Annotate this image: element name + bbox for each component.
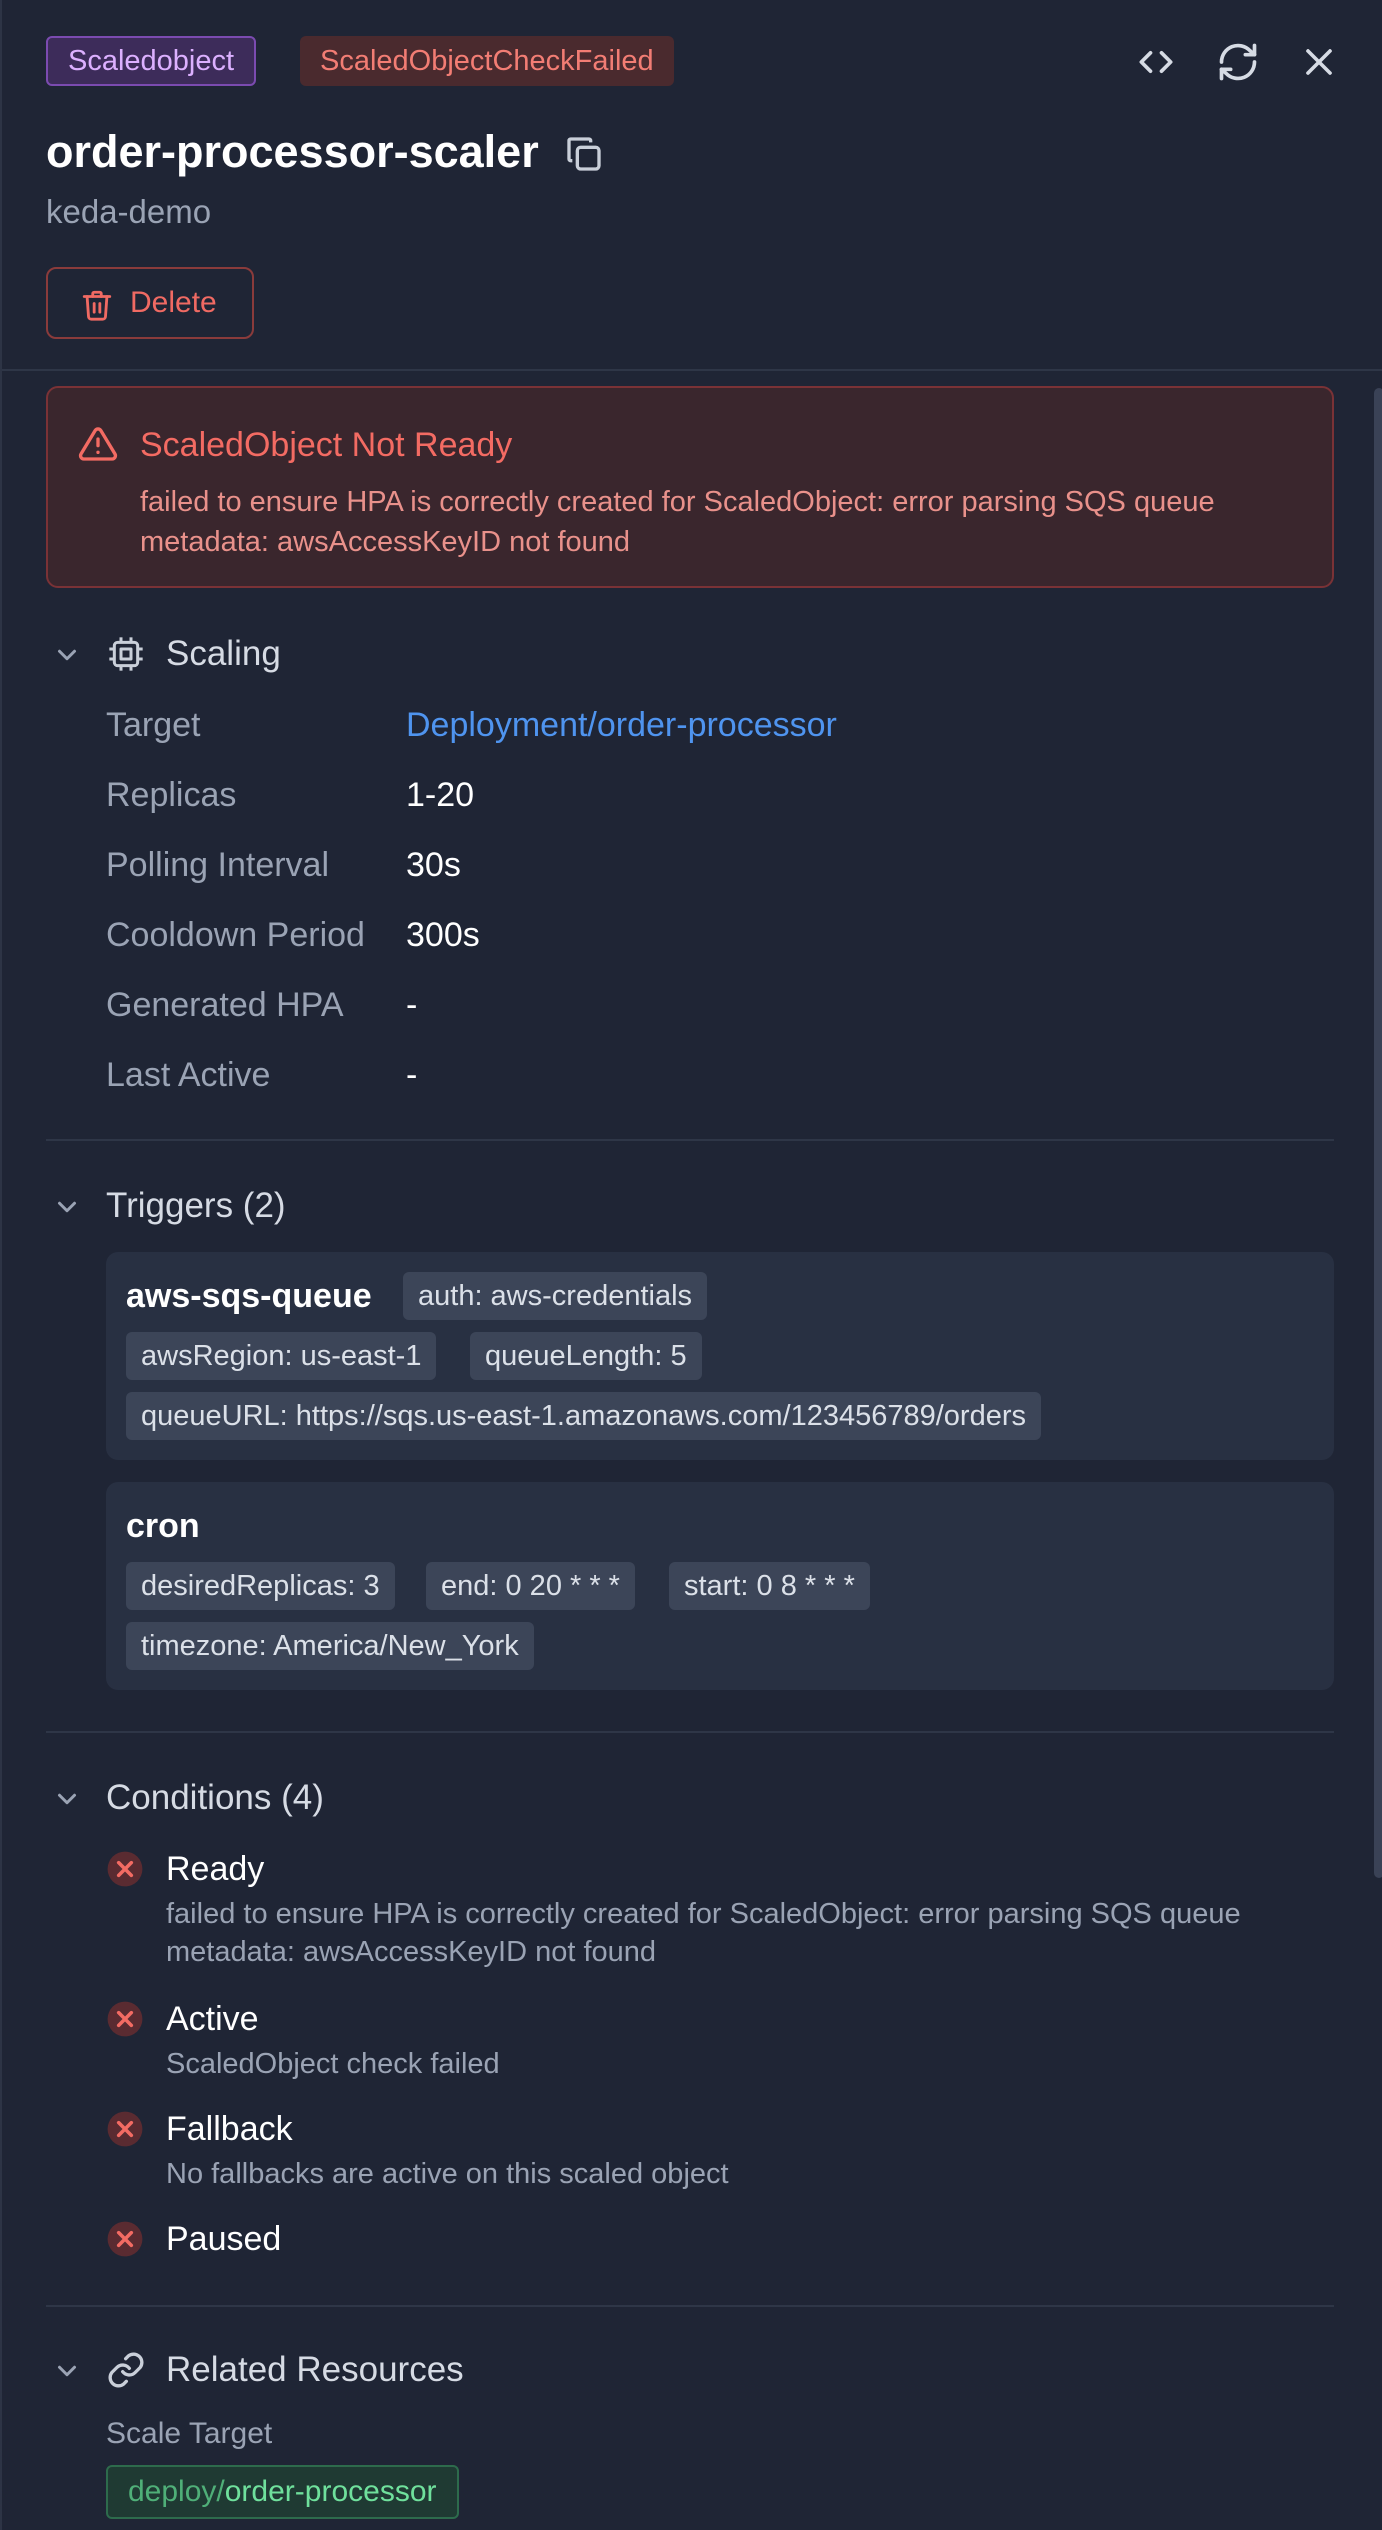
section-divider xyxy=(46,2305,1334,2307)
condition-name: Active xyxy=(166,2000,259,2038)
refresh-icon[interactable] xyxy=(1216,40,1260,84)
related-resource-chip[interactable]: deploy/order-processor xyxy=(106,2465,459,2519)
scaling-label-cooldown: Cooldown Period xyxy=(106,916,365,954)
trigger-card: cron desiredReplicas: 3 end: 0 20 * * * … xyxy=(106,1482,1334,1690)
panel-header: Scaledobject ScaledObjectCheckFailed ord… xyxy=(2,0,1382,371)
delete-button[interactable]: Delete xyxy=(46,267,254,339)
condition-name: Ready xyxy=(166,1850,265,1888)
chevron-down-icon[interactable] xyxy=(52,1192,82,1222)
section-divider xyxy=(46,1139,1334,1141)
section-divider xyxy=(46,1731,1334,1733)
alert-title: ScaledObject Not Ready xyxy=(140,426,513,464)
trigger-metadata-chip: end: 0 20 * * * xyxy=(426,1562,635,1610)
trigger-metadata-chip: queueLength: 5 xyxy=(470,1332,702,1380)
x-circle-icon xyxy=(106,1850,144,1888)
cpu-icon xyxy=(106,634,146,674)
scaling-label-polling: Polling Interval xyxy=(106,846,330,884)
close-icon[interactable] xyxy=(1297,40,1341,84)
scale-target-label: Scale Target xyxy=(106,2417,273,2450)
scaling-value-last-active: - xyxy=(406,1056,418,1094)
scaling-label-hpa: Generated HPA xyxy=(106,986,344,1024)
trigger-metadata-chip: timezone: America/New_York xyxy=(126,1622,534,1670)
section-title-conditions: Conditions (4) xyxy=(106,1778,324,1817)
trigger-card: aws-sqs-queue auth: aws-credentials awsR… xyxy=(106,1252,1334,1460)
kind-badge: Scaledobject xyxy=(46,36,257,86)
delete-label: Delete xyxy=(130,286,217,319)
trigger-metadata-chip: desiredReplicas: 3 xyxy=(126,1562,395,1610)
section-title-scaling: Scaling xyxy=(166,634,281,673)
resource-name: order-processor xyxy=(224,2475,437,2508)
scaling-target-link[interactable]: Deployment/order-processor xyxy=(406,703,837,747)
scrollbar[interactable] xyxy=(1374,388,1382,1878)
scaling-label-last-active: Last Active xyxy=(106,1056,271,1094)
warning-icon xyxy=(78,424,118,464)
resource-detail-panel: Scaledobject ScaledObjectCheckFailed ord… xyxy=(0,0,1382,2530)
scaling-value-hpa: - xyxy=(406,986,418,1024)
trigger-metadata-chip: awsRegion: us-east-1 xyxy=(126,1332,437,1380)
x-circle-icon xyxy=(106,2000,144,2038)
scaling-value-replicas: 1-20 xyxy=(406,776,475,814)
code-icon[interactable] xyxy=(1134,40,1178,84)
condition-name: Fallback xyxy=(166,2110,293,2148)
trigger-auth-chip: auth: aws-credentials xyxy=(403,1272,708,1320)
chevron-down-icon[interactable] xyxy=(52,2356,82,2386)
link-icon xyxy=(106,2350,146,2390)
alert-message: failed to ensure HPA is correctly create… xyxy=(140,486,1215,558)
x-circle-icon xyxy=(106,2220,144,2258)
scaling-value-polling: 30s xyxy=(406,846,461,884)
section-title-related: Related Resources xyxy=(166,2350,464,2389)
trigger-type: aws-sqs-queue xyxy=(126,1277,372,1315)
condition-name: Paused xyxy=(166,2220,282,2258)
trigger-metadata-chip: queueURL: https://sqs.us-east-1.amazonaw… xyxy=(126,1392,1041,1440)
scaling-value-cooldown: 300s xyxy=(406,916,480,954)
page-title: order-processor-scaler xyxy=(46,126,539,177)
error-alert: ScaledObject Not Ready failed to ensure … xyxy=(46,386,1334,588)
condition-message: No fallbacks are active on this scaled o… xyxy=(166,2158,729,2190)
status-badge: ScaledObjectCheckFailed xyxy=(300,36,674,86)
scaling-label-replicas: Replicas xyxy=(106,776,237,814)
condition-message: failed to ensure HPA is correctly create… xyxy=(166,1898,1241,1968)
namespace-label: keda-demo xyxy=(46,193,212,230)
scaling-label-target: Target xyxy=(106,706,201,744)
chevron-down-icon[interactable] xyxy=(52,1784,82,1814)
trigger-metadata-chip: start: 0 8 * * * xyxy=(669,1562,870,1610)
copy-icon[interactable] xyxy=(564,134,604,174)
section-title-triggers: Triggers (2) xyxy=(106,1186,286,1225)
trash-icon xyxy=(80,287,114,323)
resource-kind-prefix: deploy/ xyxy=(128,2475,225,2508)
condition-message: ScaledObject check failed xyxy=(166,2048,500,2080)
chevron-down-icon[interactable] xyxy=(52,640,82,670)
x-circle-icon xyxy=(106,2110,144,2148)
trigger-type: cron xyxy=(126,1507,200,1545)
